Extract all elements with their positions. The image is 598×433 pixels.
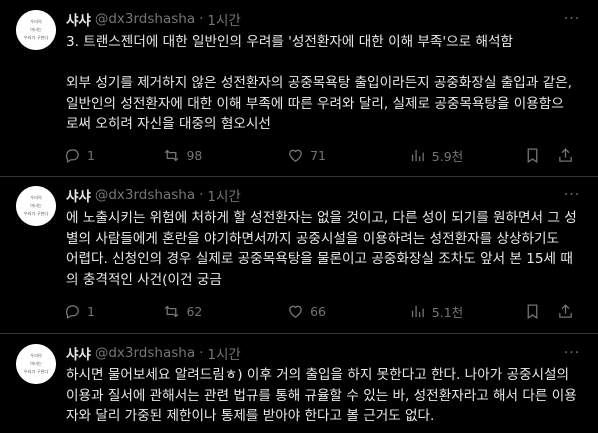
reply-count: 1 (87, 303, 95, 319)
avatar[interactable]: 우리의 마녀는 우리가 구한다 (16, 344, 56, 384)
avatar-text-3: 우리가 구한다 (24, 368, 49, 375)
retweet-count: 62 (186, 303, 203, 319)
avatar-text-2: 마녀는 (30, 26, 42, 33)
view-count: 5.9천 (431, 148, 464, 164)
retweet-icon (165, 149, 179, 161)
user-handle[interactable]: @dx3rdshasha (95, 187, 195, 203)
reply-button[interactable]: 1 (64, 147, 163, 164)
display-name[interactable]: 샤샤 (66, 9, 91, 29)
tweet-actions: 1 98 71 5.9천 (64, 145, 574, 165)
separator-dot: · (199, 11, 204, 27)
more-options-icon[interactable]: ··· (562, 10, 582, 28)
views-chart-icon (411, 305, 424, 317)
more-options-icon[interactable]: ··· (562, 186, 582, 204)
avatar[interactable]: 우리의 마녀는 우리가 구한다 (16, 10, 56, 50)
like-button[interactable]: 66 (287, 303, 409, 320)
timestamp[interactable]: 1시간 (207, 9, 240, 29)
avatar-text-2: 마녀는 (30, 360, 42, 367)
divider (0, 176, 598, 177)
user-handle[interactable]: @dx3rdshasha (95, 11, 195, 27)
timestamp[interactable]: 1시간 (207, 343, 240, 363)
reply-icon (65, 148, 79, 163)
tweet-text: 하시면 물어보세요 알려드림ㅎ) 이후 거의 출입을 하지 못한다고 한다. 나… (66, 367, 577, 424)
avatar-text-2: 마녀는 (30, 202, 42, 209)
share-button[interactable] (557, 147, 574, 164)
tweet-header: 샤샤 @dx3rdshasha · 1시간 (66, 185, 241, 205)
share-button[interactable] (557, 303, 574, 320)
more-options-icon[interactable]: ··· (562, 344, 582, 362)
timestamp[interactable]: 1시간 (207, 185, 240, 205)
avatar-text-3: 우리가 구한다 (24, 210, 49, 217)
like-button[interactable]: 71 (287, 147, 409, 164)
tweet-header: 샤샤 @dx3rdshasha · 1시간 (66, 343, 241, 363)
views-button[interactable]: 5.9천 (409, 146, 524, 165)
reply-icon (65, 304, 79, 319)
retweet-icon (165, 305, 179, 317)
avatar[interactable]: 우리의 마녀는 우리가 구한다 (16, 186, 56, 226)
retweet-button[interactable]: 98 (163, 147, 287, 164)
like-count: 71 (310, 147, 326, 163)
share-icon (559, 303, 572, 318)
tweet-text: 3. 트랜스젠더에 대한 일반인의 우려를 '성전환자에 대한 이해 부족'으로… (66, 34, 572, 132)
heart-icon (289, 305, 302, 318)
reply-count: 1 (87, 147, 95, 163)
display-name[interactable]: 샤샤 (66, 185, 91, 205)
avatar-text-1: 우리의 (30, 194, 42, 201)
heart-icon (289, 149, 302, 162)
bookmark-button[interactable] (524, 303, 543, 320)
separator-dot: · (199, 187, 204, 203)
bookmark-icon (527, 303, 538, 319)
reply-button[interactable]: 1 (64, 303, 163, 320)
avatar-text-3: 우리가 구한다 (24, 34, 49, 41)
divider (0, 333, 598, 334)
tweet-header: 샤샤 @dx3rdshasha · 1시간 (66, 9, 241, 29)
display-name[interactable]: 샤샤 (66, 343, 91, 363)
retweet-button[interactable]: 62 (163, 303, 287, 320)
bookmark-button[interactable] (524, 147, 543, 164)
like-count: 66 (310, 303, 326, 319)
share-icon (559, 147, 572, 162)
avatar-text-1: 우리의 (30, 18, 42, 25)
view-count: 5.1천 (431, 304, 464, 320)
separator-dot: · (199, 345, 204, 361)
views-chart-icon (411, 149, 424, 161)
user-handle[interactable]: @dx3rdshasha (95, 345, 195, 361)
tweet-text: 에 노출시키는 위험에 처하게 할 성전환자는 없을 것이고, 다른 성이 되기… (66, 210, 577, 288)
views-button[interactable]: 5.1천 (409, 302, 524, 321)
retweet-count: 98 (186, 147, 203, 163)
avatar-text-1: 우리의 (30, 352, 42, 359)
tweet-actions: 1 62 66 5.1천 (64, 301, 574, 321)
bookmark-icon (527, 147, 538, 163)
